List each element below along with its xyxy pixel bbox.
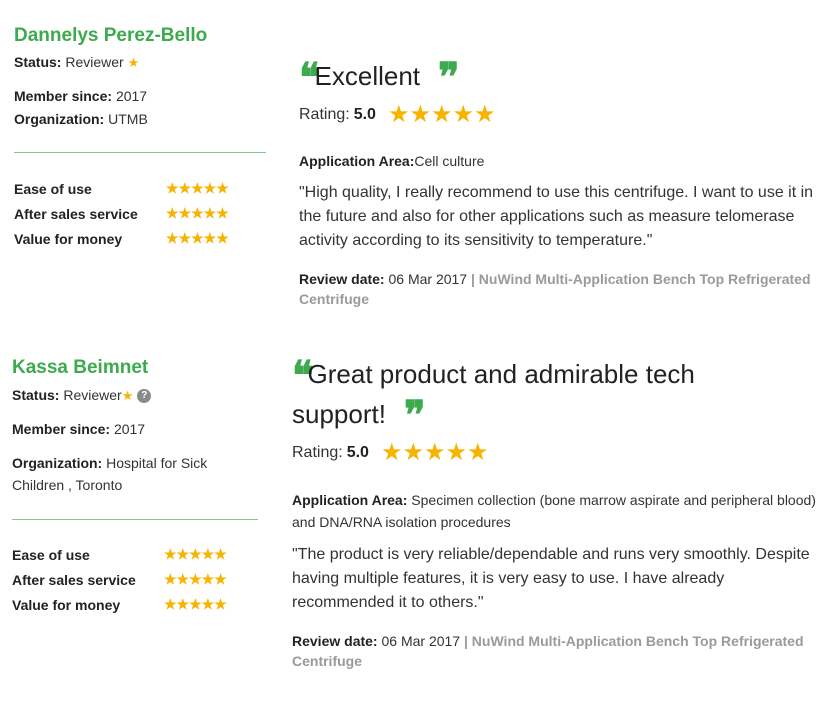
score-label: Value for money [14, 230, 123, 247]
score-label: After sales service [14, 205, 138, 222]
rating-line: Rating: 5.0 ★★★★★ [299, 100, 819, 129]
close-quote-icon: ❞ [438, 54, 459, 101]
member-since-value: 2017 [113, 421, 146, 437]
organization-value: UTMB [108, 111, 148, 127]
status-label: Status: [12, 387, 60, 403]
application-area-label: Application Area: [299, 153, 415, 169]
reviewer-star-icon: ★ [127, 55, 140, 70]
status-label: Status: [14, 54, 62, 70]
review-date-value: 06 Mar 2017 [381, 633, 461, 649]
review-title: Great product and admirable tech support… [292, 359, 695, 429]
score-stars: ★★★★★ [166, 180, 229, 196]
score-stars: ★★★★★ [164, 546, 227, 562]
separator: | [470, 271, 475, 287]
application-area: Application Area:Cell culture [299, 151, 819, 171]
rating-stars: ★★★★★ [387, 101, 496, 128]
score-row-ease-of-use: Ease of use ★★★★★ [14, 176, 266, 201]
status-line: Status: Reviewer ★ [14, 52, 266, 73]
review-text: "The product is very reliable/dependable… [292, 546, 810, 611]
application-area-value: Cell culture [414, 153, 485, 169]
reviewer-name[interactable]: Dannelys Perez-Bello [14, 24, 266, 48]
status-value: Reviewer [63, 387, 122, 403]
score-label: Value for money [12, 596, 121, 613]
status-line: Status: Reviewer★? [12, 385, 264, 406]
score-stars: ★★★★★ [166, 205, 229, 221]
organization-label: Organization: [12, 455, 103, 471]
score-row-after-sales-service: After sales service ★★★★★ [14, 201, 266, 226]
score-row-value-for-money: Value for money ★★★★★ [14, 226, 266, 251]
member-since-label: Member since: [14, 88, 113, 104]
review-date-label: Review date: [299, 271, 385, 287]
review-text: "High quality, I really recommend to use… [299, 184, 814, 249]
review-title-line: ❝Excellent ❞ [299, 56, 819, 98]
review-date-line: Review date: 06 Mar 2017 | NuWind Multi-… [292, 631, 820, 671]
score-stars: ★★★★★ [164, 596, 227, 612]
score-list: Ease of use ★★★★★ After sales service ★★… [12, 542, 264, 617]
review-title: Excellent [314, 61, 421, 91]
divider [14, 152, 266, 153]
help-icon[interactable]: ? [137, 389, 152, 404]
status-value: Reviewer [65, 54, 124, 70]
member-since-label: Member since: [12, 421, 111, 437]
review-content: ❝Great product and admirable tech suppor… [292, 354, 820, 671]
close-quote-icon: ❞ [403, 392, 425, 439]
member-since-line: Member since: 2017 [12, 419, 264, 439]
rating-value: 5.0 [353, 105, 376, 123]
rating-stars: ★★★★★ [380, 439, 489, 466]
score-label: Ease of use [12, 546, 90, 563]
rating-line: Rating: 5.0 ★★★★★ [292, 438, 820, 467]
open-quote-icon: ❝ [299, 54, 320, 101]
organization-line: Organization: UTMB [14, 109, 266, 129]
separator: | [463, 633, 468, 649]
member-since-value: 2017 [115, 88, 148, 104]
score-row-after-sales-service: After sales service ★★★★★ [12, 567, 264, 592]
reviewer-star-icon: ★ [121, 388, 134, 403]
rating-value: 5.0 [346, 443, 369, 461]
review-content: ❝Excellent ❞ Rating: 5.0 ★★★★★ Applicatio… [299, 56, 819, 309]
score-label: Ease of use [14, 180, 92, 197]
rating-label: Rating: [292, 443, 343, 461]
score-row-ease-of-use: Ease of use ★★★★★ [12, 542, 264, 567]
reviewer-name[interactable]: Kassa Beimnet [12, 356, 264, 380]
divider [12, 519, 258, 520]
review-title-line: ❝Great product and admirable tech suppor… [292, 352, 762, 436]
review-date-label: Review date: [292, 633, 378, 649]
review-date-line: Review date: 06 Mar 2017 | NuWind Multi-… [299, 269, 819, 309]
reviewer-panel: Dannelys Perez-Bello Status: Reviewer ★ … [14, 24, 266, 247]
member-since-line: Member since: 2017 [14, 86, 266, 106]
application-area: Application Area: Specimen collection (b… [292, 489, 820, 533]
score-list: Ease of use ★★★★★ After sales service ★★… [14, 176, 266, 251]
score-label: After sales service [12, 571, 136, 588]
reviewer-panel: Kassa Beimnet Status: Reviewer★? Member … [12, 356, 264, 613]
review-date-value: 06 Mar 2017 [388, 271, 468, 287]
score-stars: ★★★★★ [164, 571, 227, 587]
rating-label: Rating: [299, 105, 350, 123]
organization-line: Organization: Hospital for Sick Children… [12, 452, 232, 496]
score-row-value-for-money: Value for money ★★★★★ [12, 592, 264, 617]
open-quote-icon: ❝ [292, 352, 313, 399]
organization-label: Organization: [14, 111, 105, 127]
score-stars: ★★★★★ [166, 230, 229, 246]
application-area-label: Application Area: [292, 492, 408, 508]
